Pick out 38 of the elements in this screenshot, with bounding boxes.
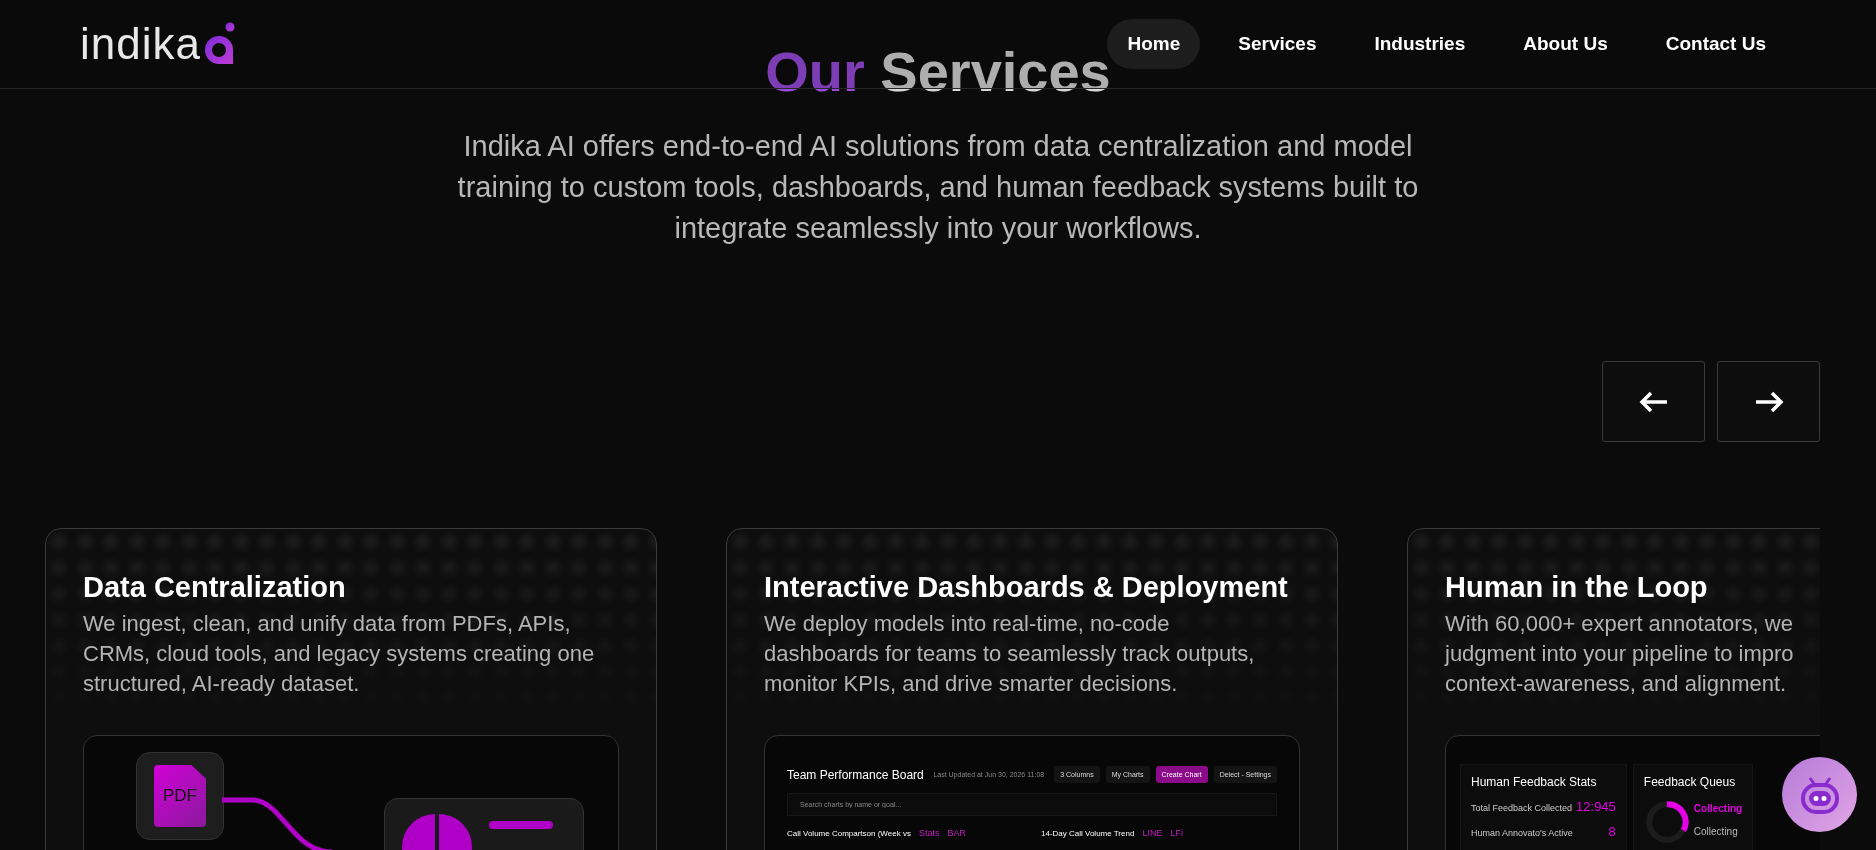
chart-title: Call Volume Compartson (Week vs	[787, 828, 911, 838]
logo-mark-icon[interactable]	[202, 22, 237, 66]
previous-button[interactable]	[1602, 361, 1705, 442]
queue-status[interactable]: Collecting	[1693, 803, 1743, 814]
chart-tag: LINE	[1142, 828, 1163, 838]
pie-chart-icon	[401, 811, 473, 850]
file-label: PDF	[163, 786, 197, 806]
chart-tag: BAR	[947, 828, 966, 838]
board-title: Team Performance Board	[787, 767, 924, 782]
donut-chart-drawing	[1643, 799, 1690, 845]
nav-link[interactable]: Contact Us	[1645, 19, 1786, 69]
robot-icon	[1799, 775, 1840, 814]
chart-title: 14-Day Call Volume Trend	[1041, 828, 1135, 838]
nav-link[interactable]: About Us	[1503, 19, 1628, 69]
card-description: With 60,000+ expert annotators, we judgment into your pipeline to impro context-awareness, and alignment.	[1445, 610, 1795, 698]
text-line	[489, 821, 553, 829]
card-title: Interactive Dashboards & Deployment	[764, 570, 1289, 605]
card-title: Data Centralization	[83, 570, 347, 605]
panel-title: Human Feedback Stats	[1471, 775, 1598, 789]
stat-value: 8	[1608, 824, 1616, 839]
logo-text[interactable]: indika	[80, 22, 201, 66]
stat-label: Total Feedback Collected	[1471, 803, 1573, 813]
nav-link[interactable]: Services	[1218, 19, 1337, 69]
nav-link[interactable]: Industries	[1354, 19, 1486, 69]
card-title: Human in the Loop	[1445, 570, 1709, 605]
card-description: We ingest, clean, and unify data from PDFs, APIs, CRMs, cloud tools, and legacy systems creating one structured, AI-ready dataset.	[83, 610, 596, 698]
panel-title: Feedback Queus	[1643, 775, 1737, 789]
chart-tag: LFi	[1170, 828, 1183, 838]
stat-value: 12:945	[1576, 799, 1616, 814]
chart-tag: Stats	[918, 828, 940, 838]
queue-status[interactable]: Collecting	[1693, 826, 1743, 837]
card-description: We deploy models into real-time, no-code dashboards for teams to seamlessly track outputs, monitor KPIs, and drive smarter decisions.	[764, 610, 1256, 698]
arrow-right-icon	[1753, 390, 1784, 413]
nav-link[interactable]: Home	[1107, 19, 1201, 69]
arrow-left-icon	[1638, 390, 1669, 413]
intro-text: Indika AI offers end-to-end AI solutions from data centralization and model training to custom tools, dashboards, and human feedback systems built to integrate seamlessly into your workflows.	[456, 129, 1420, 246]
stat-label: Human Annovato's Active	[1471, 828, 1573, 838]
next-button[interactable]	[1717, 361, 1820, 442]
